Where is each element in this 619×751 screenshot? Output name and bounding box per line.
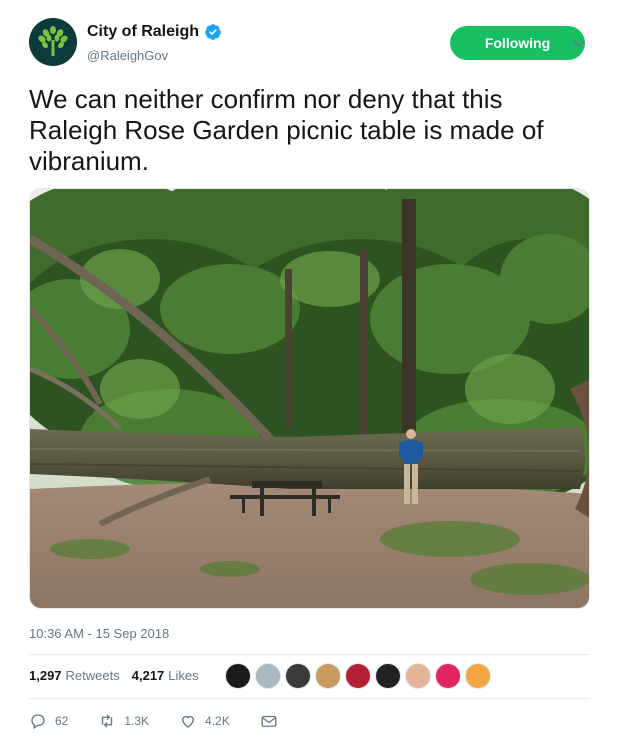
heart-icon [182, 715, 194, 728]
envelope-icon [261, 715, 277, 727]
retweets-count: 1,297 [29, 668, 62, 683]
following-button[interactable]: Following [450, 26, 585, 60]
like-count: 4.2K [205, 714, 230, 728]
liker-avatar[interactable] [285, 663, 311, 689]
liker-avatar[interactable] [435, 663, 461, 689]
verified-badge-icon [205, 24, 221, 40]
tweet-timestamp[interactable]: 10:36 AM - 15 Sep 2018 [29, 626, 169, 641]
divider [29, 654, 590, 655]
tweet-text: We can neither confirm nor deny that thi… [29, 84, 544, 176]
retweets-label: Retweets [65, 668, 120, 683]
account-handle[interactable]: @RaleighGov [87, 48, 168, 63]
profile-avatar[interactable] [29, 18, 77, 66]
liker-avatar[interactable] [405, 663, 431, 689]
liker-avatar[interactable] [315, 663, 341, 689]
liker-avatar[interactable] [375, 663, 401, 689]
liker-avatar[interactable] [255, 663, 281, 689]
display-name[interactable]: City of Raleigh [87, 23, 199, 41]
engagement-stats: 1,297 Retweets 4,217 Likes [29, 668, 211, 683]
retweet-icon [102, 714, 113, 728]
likes-label: Likes [168, 668, 199, 683]
liker-avatar[interactable] [465, 663, 491, 689]
liker-avatars [225, 663, 495, 689]
like-button[interactable]: 4.2K [179, 712, 230, 730]
direct-message-button[interactable] [260, 712, 286, 730]
retweet-count: 1.3K [124, 714, 150, 728]
retweets-stat[interactable]: 1,297 Retweets [29, 668, 120, 683]
likes-stat[interactable]: 4,217 Likes [132, 668, 199, 683]
chevron-down-icon[interactable] [572, 38, 586, 50]
reply-button[interactable]: 62 [29, 712, 68, 730]
tweet-actions: 62 1.3K 4.2K [29, 712, 316, 730]
reply-count: 62 [55, 714, 69, 728]
tweet-header: City of Raleigh @RaleighGov Following [29, 18, 590, 70]
oak-tree-logo-icon [29, 18, 77, 66]
liker-avatar[interactable] [225, 663, 251, 689]
liker-avatar[interactable] [345, 663, 371, 689]
reply-icon [31, 714, 45, 730]
likes-count: 4,217 [131, 668, 165, 683]
retweet-button[interactable]: 1.3K [98, 712, 149, 730]
divider [29, 698, 590, 699]
fallen-tree-photo [30, 189, 589, 608]
name-row: City of Raleigh [87, 23, 222, 41]
tweet-photo[interactable] [29, 188, 590, 609]
